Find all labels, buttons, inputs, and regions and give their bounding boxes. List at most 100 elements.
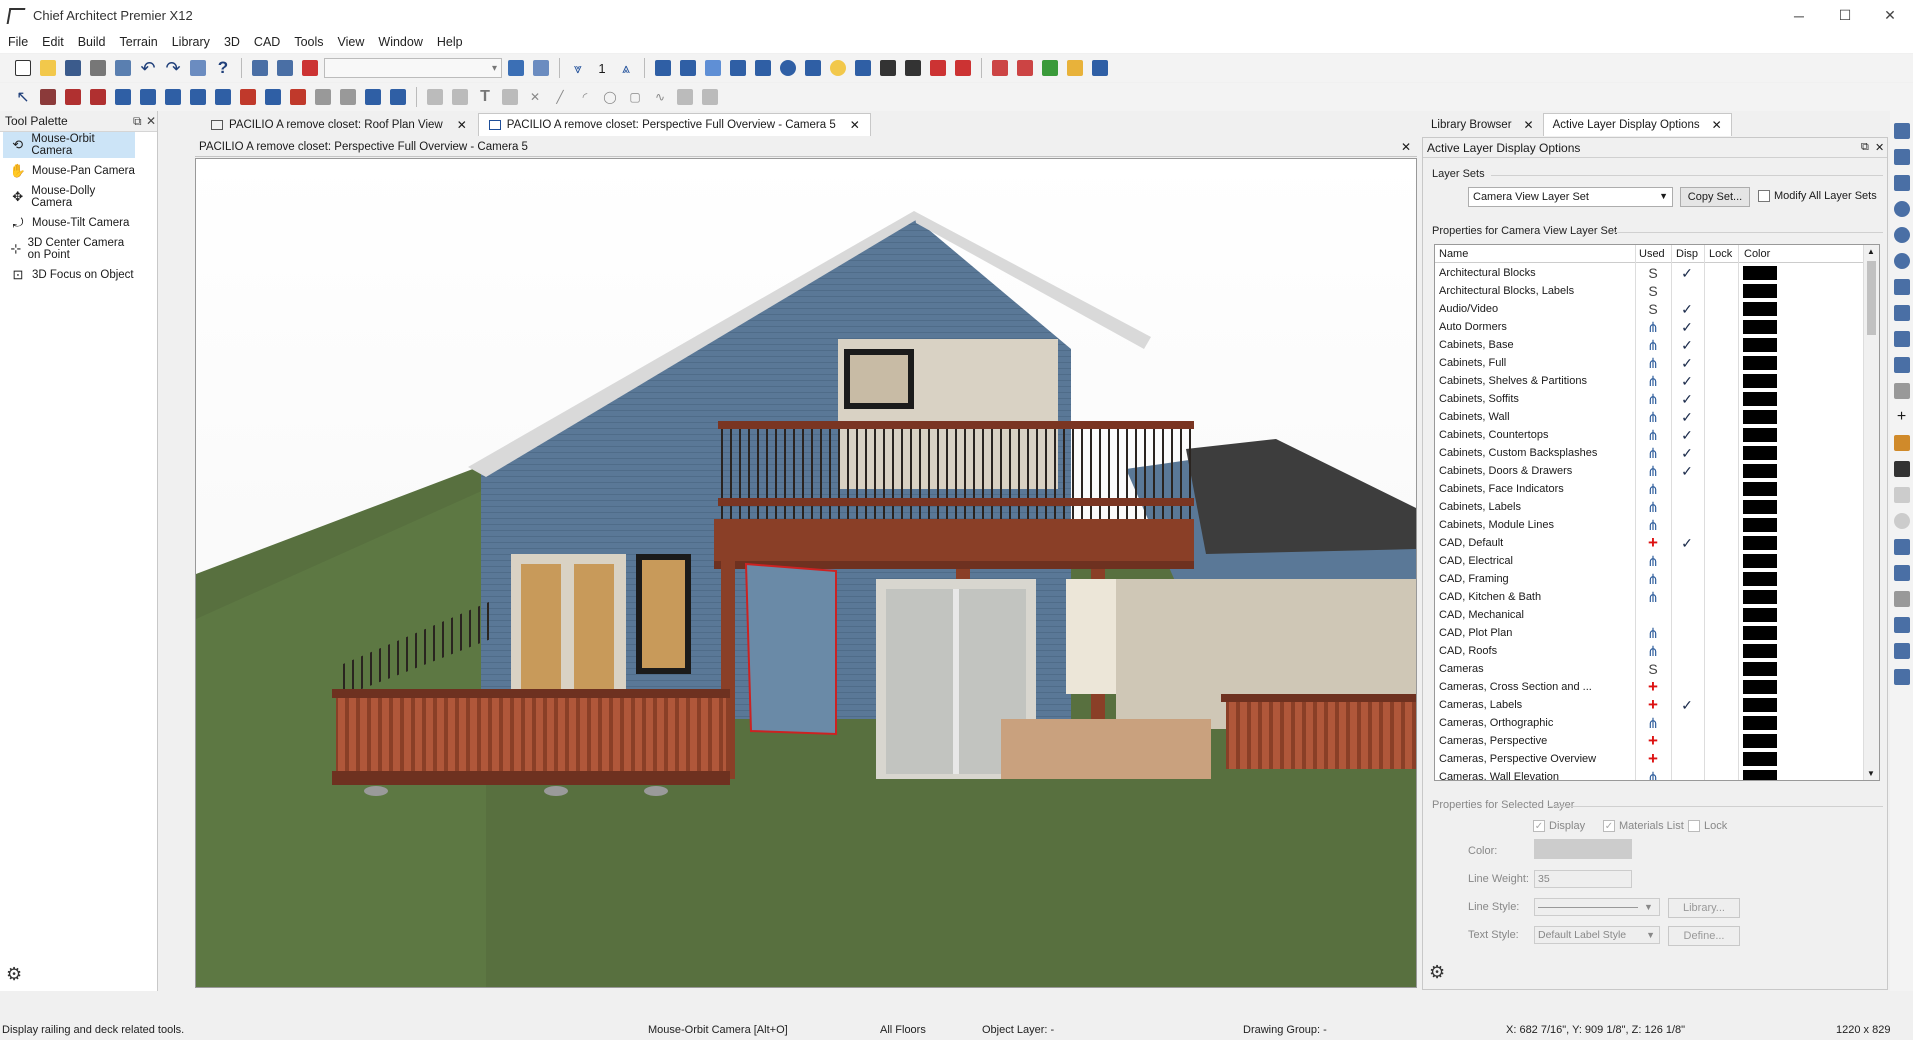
menu-view[interactable]: View — [338, 33, 365, 51]
layer-row[interactable]: Cameras, Orthographic ⋔ — [1435, 714, 1863, 732]
help-icon[interactable]: ? — [212, 57, 234, 79]
layer-row[interactable]: CAD, Plot Plan ⋔ — [1435, 624, 1863, 642]
undo-icon[interactable]: ↶ — [137, 57, 159, 79]
display-check-icon[interactable]: ✓ — [1679, 408, 1695, 426]
display-check-icon[interactable]: ✓ — [1679, 390, 1695, 408]
add-icon[interactable]: + — [1891, 406, 1913, 428]
color-swatch[interactable] — [1743, 284, 1777, 298]
close-button[interactable]: ✕ — [1867, 0, 1913, 31]
home-icon[interactable] — [802, 57, 824, 79]
pick-icon[interactable] — [877, 57, 899, 79]
up-floor-icon[interactable]: ⩓ — [615, 57, 637, 79]
color-swatch[interactable] — [1743, 770, 1777, 780]
zoom-icon[interactable] — [1891, 198, 1913, 220]
terrain-icon[interactable] — [362, 86, 384, 108]
layer-row[interactable]: Cabinets, Soffits ⋔ ✓ — [1435, 390, 1863, 408]
layer-icon[interactable] — [1891, 120, 1913, 142]
layer-table-scrollbar[interactable]: ▲ ▼ — [1863, 245, 1879, 780]
color-swatch[interactable] — [1743, 482, 1777, 496]
close-icon[interactable]: ✕ — [1875, 141, 1884, 154]
close-icon[interactable]: ✕ — [1524, 118, 1534, 132]
layout-icon[interactable] — [1089, 57, 1111, 79]
lock-checkbox[interactable]: Lock — [1688, 820, 1727, 832]
light-icon[interactable] — [827, 57, 849, 79]
close-icon[interactable]: ✕ — [1712, 118, 1722, 132]
color-swatch[interactable] — [1743, 410, 1777, 424]
layer-row[interactable]: Cabinets, Countertops ⋔ ✓ — [1435, 426, 1863, 444]
fit-icon[interactable] — [1891, 302, 1913, 324]
materials-list-checkbox[interactable]: ✓ Materials List — [1603, 820, 1684, 832]
menu-library[interactable]: Library — [172, 33, 210, 51]
color-swatch[interactable] — [1743, 266, 1777, 280]
ruler-icon[interactable] — [1891, 458, 1913, 480]
display-check-icon[interactable]: ✓ — [1679, 444, 1695, 462]
shelf-icon[interactable] — [162, 86, 184, 108]
window-icon[interactable] — [137, 86, 159, 108]
checkbox-box[interactable] — [1758, 190, 1770, 202]
display-check-icon[interactable]: ✓ — [1679, 318, 1695, 336]
display-check-icon[interactable]: ✓ — [1679, 426, 1695, 444]
color-swatch[interactable] — [1743, 662, 1777, 676]
layer-row[interactable]: Cameras, Perspective + — [1435, 732, 1863, 750]
palette-item-focus[interactable]: ⊡ 3D Focus on Object — [3, 262, 135, 288]
text-style-select[interactable]: Default Label Style ▼ — [1534, 926, 1660, 944]
color-swatch[interactable] — [1743, 374, 1777, 388]
color-swatch[interactable] — [1743, 608, 1777, 622]
col-color[interactable]: Color — [1744, 248, 1770, 260]
layer-row[interactable]: Auto Dormers ⋔ ✓ — [1435, 318, 1863, 336]
layer-set-combo[interactable]: ▾ — [324, 58, 502, 78]
color-swatch[interactable] — [1743, 536, 1777, 550]
preferences-icon[interactable] — [187, 57, 209, 79]
layer-row[interactable]: Cabinets, Base ⋔ ✓ — [1435, 336, 1863, 354]
select-arrow-icon[interactable]: ↖ — [12, 86, 34, 108]
layer-row[interactable]: Cameras, Labels + ✓ — [1435, 696, 1863, 714]
delete-surface-icon[interactable] — [927, 57, 949, 79]
menu-file[interactable]: File — [8, 33, 28, 51]
modify-all-checkbox[interactable]: Modify All Layer Sets — [1758, 190, 1877, 202]
zoom-in-icon[interactable] — [1891, 224, 1913, 246]
send-icon[interactable] — [112, 57, 134, 79]
gear-icon[interactable]: ⚙ — [1429, 962, 1445, 983]
tab-roof-plan[interactable]: PACILIO A remove closet: Roof Plan View … — [200, 113, 478, 136]
palette-item-dolly[interactable]: ✥ Mouse-Dolly Camera — [3, 184, 135, 210]
bezier-icon[interactable] — [1891, 588, 1913, 610]
scroll-up-icon[interactable]: ▲ — [1867, 247, 1875, 256]
copy-set-button[interactable]: Copy Set... — [1680, 187, 1750, 207]
fill-window-icon[interactable] — [1891, 276, 1913, 298]
color-swatch[interactable] — [1743, 716, 1777, 730]
check-icon[interactable] — [505, 57, 527, 79]
roof-tools-icon[interactable] — [287, 86, 309, 108]
color-swatch[interactable] — [1743, 572, 1777, 586]
framing-icon[interactable] — [337, 86, 359, 108]
color-swatch[interactable] — [1743, 680, 1777, 694]
close-view-icon[interactable]: ✕ — [1401, 140, 1411, 154]
minimize-button[interactable]: ─ — [1776, 0, 1822, 31]
color-swatch[interactable] — [1743, 518, 1777, 532]
color-swatch[interactable] — [1743, 626, 1777, 640]
display-check-icon[interactable]: ✓ — [1679, 372, 1695, 390]
col-lock[interactable]: Lock — [1709, 248, 1732, 260]
sun-icon[interactable] — [1064, 57, 1086, 79]
layer-row[interactable]: CAD, Electrical ⋔ — [1435, 552, 1863, 570]
palette-item-pan[interactable]: ✋ Mouse-Pan Camera — [3, 158, 135, 184]
color-swatch[interactable] — [1743, 644, 1777, 658]
menu-tools[interactable]: Tools — [294, 33, 323, 51]
sphere-icon[interactable] — [777, 57, 799, 79]
menu-3d[interactable]: 3D — [224, 33, 240, 51]
menu-window[interactable]: Window — [378, 33, 422, 51]
redo-icon[interactable]: ↷ — [162, 57, 184, 79]
plot-icon[interactable] — [1039, 57, 1061, 79]
display-check-icon[interactable]: ✓ — [1679, 696, 1695, 714]
col-name[interactable]: Name — [1439, 248, 1468, 260]
display-checkbox[interactable]: ✓ Display — [1533, 820, 1585, 832]
plane-icon[interactable] — [1891, 380, 1913, 402]
cabinet-icon[interactable] — [87, 86, 109, 108]
maximize-button[interactable]: ☐ — [1822, 0, 1868, 31]
display-check-icon[interactable]: ✓ — [1679, 534, 1695, 552]
pan-icon[interactable] — [1891, 354, 1913, 376]
palette-item-center[interactable]: ⊹ 3D Center Camera on Point — [3, 236, 135, 262]
tile-icon[interactable] — [989, 57, 1011, 79]
floor-number[interactable]: 1 — [592, 61, 612, 76]
color-swatch[interactable] — [1743, 698, 1777, 712]
layer-row[interactable]: Architectural Blocks S ✓ — [1435, 264, 1863, 282]
